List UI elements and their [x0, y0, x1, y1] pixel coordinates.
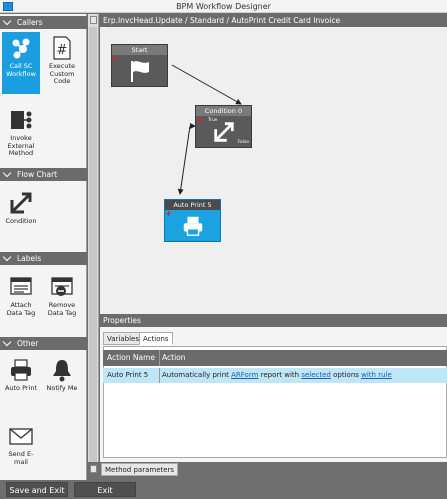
attach-data-tag-icon [10, 277, 32, 295]
action-text: options [330, 371, 362, 379]
node-start-title: Start [112, 45, 167, 55]
breadcrumb: Erp.InvcHead.Update / Standard / AutoPri… [100, 14, 447, 27]
chevron-down-icon [2, 337, 12, 347]
action-text: report with [258, 371, 302, 379]
tool-call-sc-workflow[interactable]: Call SC Workflow [2, 32, 40, 94]
window-title: BPM Workflow Designer [176, 2, 271, 11]
column-divider [159, 350, 160, 366]
section-header-other[interactable]: Other [0, 337, 87, 350]
table-row[interactable]: Auto Print 5 Automatically print ARForm … [103, 368, 447, 383]
scrollbar-thumb[interactable] [89, 27, 97, 462]
connector-start-to-condition [171, 64, 242, 105]
add-icon[interactable] [166, 211, 171, 216]
tab-variables[interactable]: Variables [103, 332, 143, 345]
actions-grid-header: Action Name Action [103, 350, 447, 366]
tool-execute-custom-code[interactable]: # Execute Custom Code [43, 32, 81, 94]
connector-condition-to-print [177, 125, 191, 195]
scroll-down-button[interactable] [90, 465, 97, 473]
tool-invoke-external-method[interactable]: Invoke External Method [2, 104, 40, 164]
chevron-down-icon [2, 252, 12, 262]
action-text: Automatically print [162, 371, 232, 379]
remove-data-tag-icon [51, 277, 73, 296]
hash-code-icon: # [53, 36, 71, 60]
condition-icon [10, 192, 32, 214]
column-divider [159, 368, 160, 383]
call-sc-workflow-icon [12, 38, 30, 59]
node-auto-print-title: Auto Print 5 [165, 200, 220, 210]
section-header-flow-chart[interactable]: Flow Chart [0, 168, 87, 181]
cell-action-name: Auto Print 5 [107, 371, 149, 379]
section-header-callers[interactable]: Callers [0, 16, 87, 29]
tool-send-email[interactable]: Send E-mail [2, 420, 40, 472]
tool-attach-data-tag[interactable]: Attach Data Tag [2, 271, 40, 325]
tool-condition[interactable]: Condition [2, 187, 40, 235]
tool-auto-print[interactable]: Auto Print [2, 354, 40, 402]
condition-icon [214, 122, 234, 142]
add-icon[interactable] [113, 56, 118, 61]
svg-text:#: # [57, 43, 68, 58]
chevron-down-icon [2, 168, 12, 178]
link-arform[interactable]: ARForm [231, 371, 258, 379]
tool-notify-me[interactable]: Notify Me [43, 354, 81, 402]
envelope-icon [9, 428, 33, 445]
toolbox-scrollbar[interactable] [88, 14, 99, 462]
link-with-rule[interactable]: with rule [361, 371, 392, 379]
properties-header: Properties [100, 314, 447, 327]
node-condition-false-label: False [237, 140, 249, 145]
scroll-up-button[interactable] [90, 16, 97, 24]
tool-remove-data-tag[interactable]: Remove Data Tag [43, 271, 81, 325]
printer-icon [183, 216, 203, 236]
flag-icon [131, 61, 149, 82]
exit-button[interactable]: Exit [74, 482, 136, 497]
add-icon[interactable] [197, 117, 202, 122]
save-and-exit-button[interactable]: Save and Exit [6, 482, 68, 497]
bell-icon [53, 360, 71, 382]
node-auto-print[interactable]: Auto Print 5 [164, 199, 221, 242]
printer-icon [11, 359, 31, 381]
node-start[interactable]: Start [111, 44, 168, 87]
external-method-icon [11, 111, 32, 129]
link-selected[interactable]: selected [301, 371, 331, 379]
chevron-down-icon [2, 16, 12, 26]
column-header-action-name[interactable]: Action Name [107, 350, 155, 366]
node-condition[interactable]: Condition 0 True False [195, 105, 252, 148]
column-header-action[interactable]: Action [162, 350, 186, 366]
tab-actions[interactable]: Actions [139, 332, 173, 345]
node-condition-title: Condition 0 [196, 106, 251, 116]
cell-action: Automatically print ARForm report with s… [162, 368, 392, 383]
section-header-labels[interactable]: Labels [0, 252, 87, 265]
title-bar: BPM Workflow Designer [0, 0, 447, 13]
method-parameters-tab[interactable]: Method parameters [101, 463, 179, 476]
